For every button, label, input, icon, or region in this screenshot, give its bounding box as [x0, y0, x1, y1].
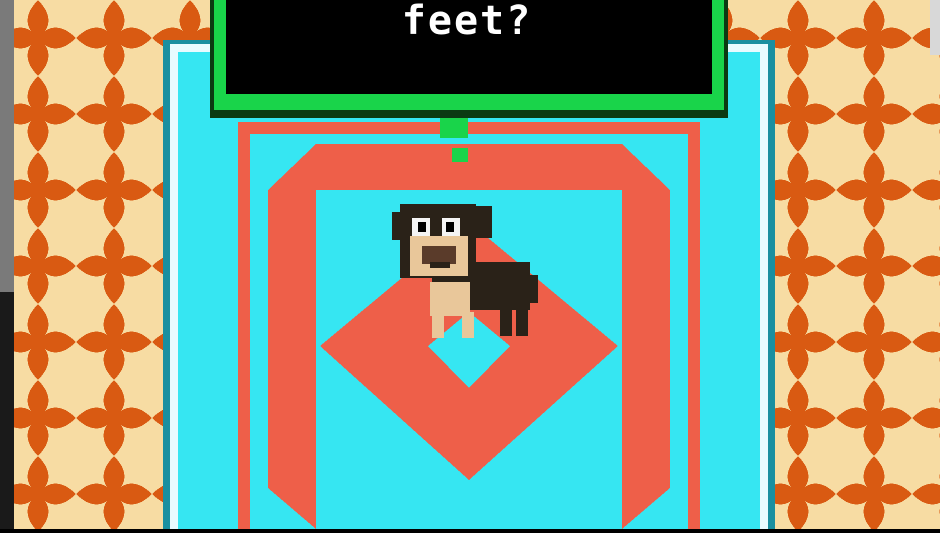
left-edge-strip-dark — [0, 292, 14, 529]
dialog-text: feet? — [401, 0, 533, 44]
right-edge-strip — [930, 0, 940, 55]
game-scene: feet? — [0, 0, 940, 533]
dialog-text-container: feet? — [207, 0, 727, 120]
